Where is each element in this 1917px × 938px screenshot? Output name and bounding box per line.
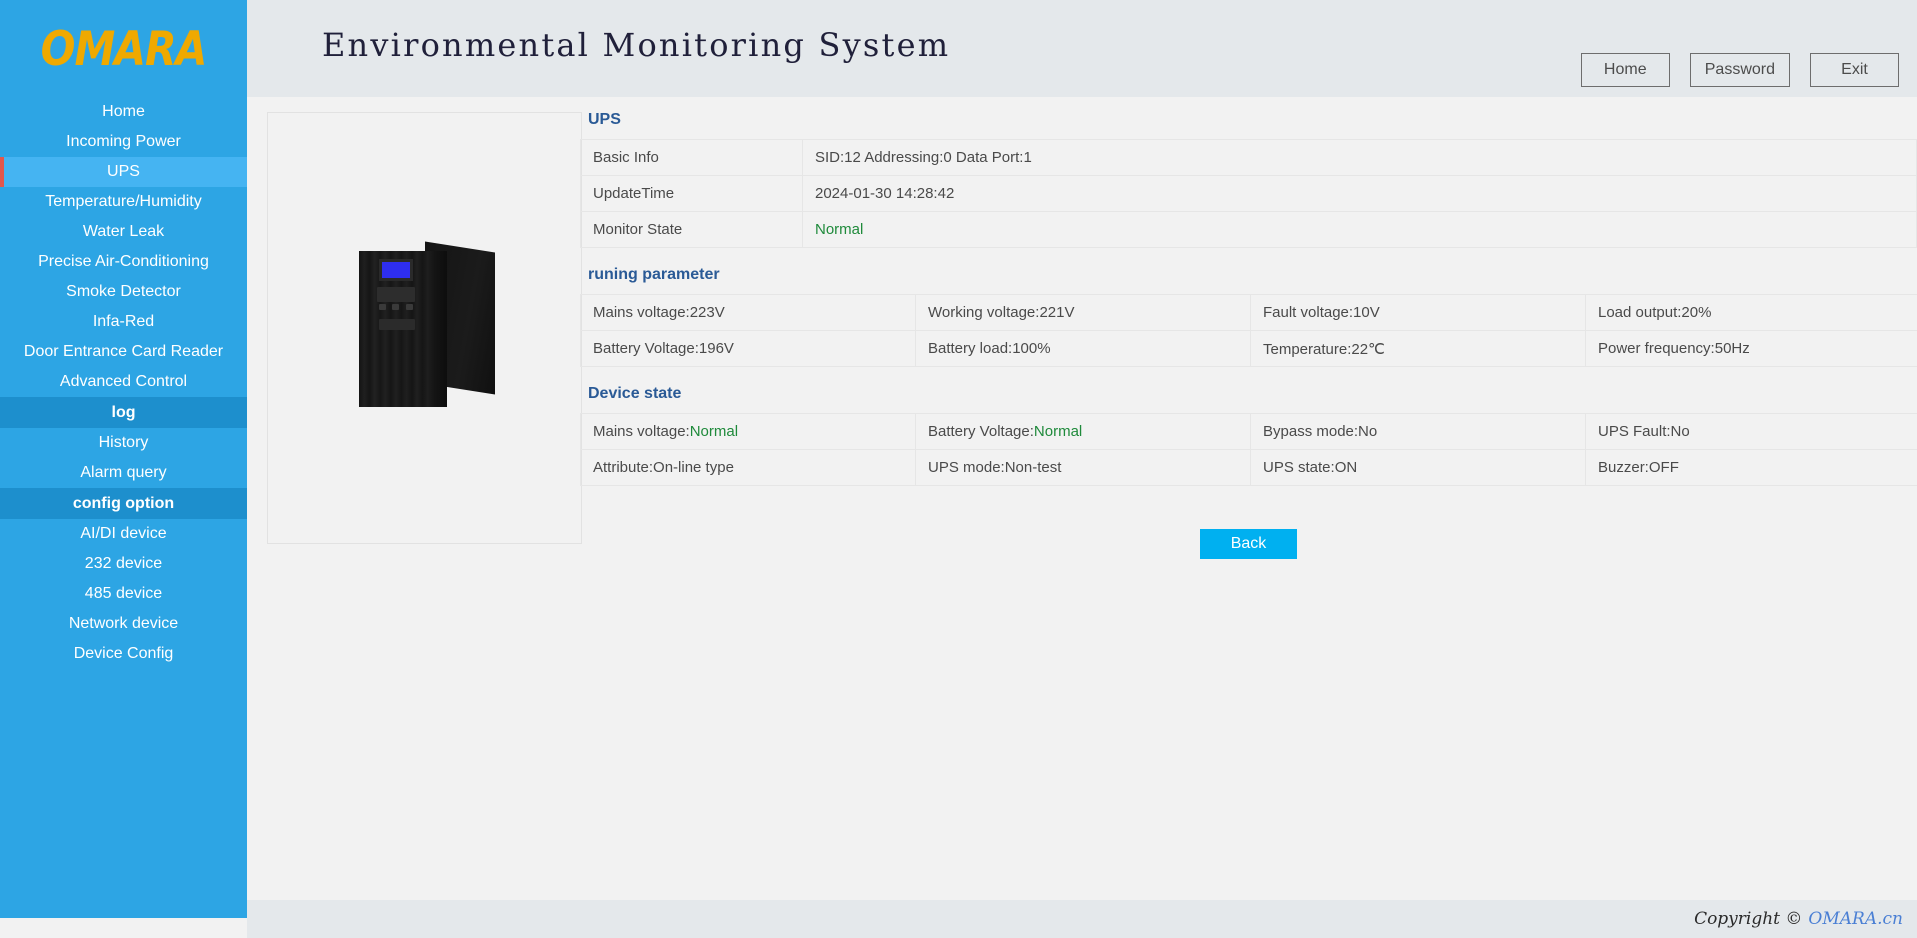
sidebar-item-device-config[interactable]: Device Config bbox=[0, 639, 247, 669]
status-badge: Normal bbox=[690, 423, 738, 440]
info-value: Normal bbox=[803, 212, 1917, 248]
state-label: Battery Voltage: bbox=[928, 423, 1034, 440]
back-button[interactable]: Back bbox=[1200, 529, 1297, 559]
section-title-running: runing parameter bbox=[580, 248, 1917, 294]
state-label: Mains voltage: bbox=[593, 423, 690, 440]
sidebar-item-network-device[interactable]: Network device bbox=[0, 609, 247, 639]
sidebar-nav: HomeIncoming PowerUPSTemperature/Humidit… bbox=[0, 97, 247, 918]
main-content: UPS Basic InfoSID:12 Addressing:0 Data P… bbox=[247, 97, 1917, 880]
sidebar-item-smoke-detector[interactable]: Smoke Detector bbox=[0, 277, 247, 307]
status-badge: Normal bbox=[815, 221, 863, 238]
section-title-device-state: Device state bbox=[580, 367, 1917, 413]
table-row: Mains voltage:223VWorking voltage:221VFa… bbox=[581, 295, 1917, 331]
state-value: No bbox=[1671, 423, 1690, 440]
sidebar-item-history[interactable]: History bbox=[0, 428, 247, 458]
header-button-group: Home Password Exit bbox=[1581, 53, 1899, 87]
state-label: Bypass mode: bbox=[1263, 423, 1358, 440]
state-label: UPS mode: bbox=[928, 459, 1005, 476]
sidebar-item-home[interactable]: Home bbox=[0, 97, 247, 127]
parameter-cell: Mains voltage:223V bbox=[581, 295, 916, 331]
table-row: Attribute:On-line typeUPS mode:Non-testU… bbox=[581, 450, 1917, 486]
sidebar-item-ups[interactable]: UPS bbox=[0, 157, 247, 187]
state-cell: Attribute:On-line type bbox=[581, 450, 916, 486]
app-window: OMARA Environmental Monitoring System Ho… bbox=[0, 0, 1917, 938]
table-row: UpdateTime2024-01-30 14:28:42 bbox=[581, 176, 1917, 212]
sidebar-section-config-option: config option bbox=[0, 488, 247, 519]
info-value: SID:12 Addressing:0 Data Port:1 bbox=[803, 140, 1917, 176]
state-value: On-line type bbox=[653, 459, 734, 476]
omara-logo: OMARA bbox=[41, 21, 207, 76]
exit-button[interactable]: Exit bbox=[1810, 53, 1899, 87]
table-row: Basic InfoSID:12 Addressing:0 Data Port:… bbox=[581, 140, 1917, 176]
device-state-table: Mains voltage:NormalBattery Voltage:Norm… bbox=[580, 413, 1917, 486]
ups-button-row bbox=[379, 304, 413, 311]
state-value: Non-test bbox=[1005, 459, 1062, 476]
table-row: Battery Voltage:196VBattery load:100%Tem… bbox=[581, 331, 1917, 367]
state-cell: Mains voltage:Normal bbox=[581, 414, 916, 450]
state-label: UPS Fault: bbox=[1598, 423, 1671, 440]
state-label: UPS state: bbox=[1263, 459, 1335, 476]
ups-vent-slot bbox=[379, 319, 415, 330]
sidebar-item-door-entrance-card-reader[interactable]: Door Entrance Card Reader bbox=[0, 337, 247, 367]
sidebar-item-water-leak[interactable]: Water Leak bbox=[0, 217, 247, 247]
info-label: UpdateTime bbox=[581, 176, 803, 212]
running-parameter-table: Mains voltage:223VWorking voltage:221VFa… bbox=[580, 294, 1917, 367]
state-cell: Bypass mode:No bbox=[1251, 414, 1586, 450]
back-button-row: Back bbox=[580, 529, 1917, 559]
sidebar-item-485-device[interactable]: 485 device bbox=[0, 579, 247, 609]
parameter-cell: Power frequency:50Hz bbox=[1586, 331, 1917, 367]
state-cell: Battery Voltage:Normal bbox=[916, 414, 1251, 450]
parameter-cell: Working voltage:221V bbox=[916, 295, 1251, 331]
state-cell: UPS Fault:No bbox=[1586, 414, 1917, 450]
parameter-cell: Battery load:100% bbox=[916, 331, 1251, 367]
device-image-panel bbox=[267, 112, 582, 544]
state-label: Buzzer: bbox=[1598, 459, 1649, 476]
sidebar-item-ai-di-device[interactable]: AI/DI device bbox=[0, 519, 247, 549]
state-value: No bbox=[1358, 423, 1377, 440]
state-value: OFF bbox=[1649, 459, 1679, 476]
page-title: Environmental Monitoring System bbox=[322, 26, 950, 64]
parameter-cell: Load output:20% bbox=[1586, 295, 1917, 331]
ups-device-icon bbox=[339, 243, 511, 413]
info-value: 2024-01-30 14:28:42 bbox=[803, 176, 1917, 212]
copyright-text: Copyright © bbox=[1694, 909, 1802, 929]
password-button[interactable]: Password bbox=[1690, 53, 1790, 87]
state-cell: UPS mode:Non-test bbox=[916, 450, 1251, 486]
sidebar-item-precise-air-conditioning[interactable]: Precise Air-Conditioning bbox=[0, 247, 247, 277]
parameter-cell: Temperature:22℃ bbox=[1251, 331, 1586, 367]
state-cell: Buzzer:OFF bbox=[1586, 450, 1917, 486]
logo-container: OMARA bbox=[0, 0, 247, 97]
device-data-panel: UPS Basic InfoSID:12 Addressing:0 Data P… bbox=[580, 97, 1917, 486]
sidebar-item-incoming-power[interactable]: Incoming Power bbox=[0, 127, 247, 157]
section-title-ups: UPS bbox=[580, 97, 1917, 139]
sidebar-item-advanced-control[interactable]: Advanced Control bbox=[0, 367, 247, 397]
parameter-cell: Fault voltage:10V bbox=[1251, 295, 1586, 331]
app-header: OMARA Environmental Monitoring System Ho… bbox=[0, 0, 1917, 97]
sidebar-item-alarm-query[interactable]: Alarm query bbox=[0, 458, 247, 488]
parameter-cell: Battery Voltage:196V bbox=[581, 331, 916, 367]
state-cell: UPS state:ON bbox=[1251, 450, 1586, 486]
info-label: Basic Info bbox=[581, 140, 803, 176]
status-badge: Normal bbox=[1034, 423, 1082, 440]
sidebar-item-232-device[interactable]: 232 device bbox=[0, 549, 247, 579]
home-button[interactable]: Home bbox=[1581, 53, 1670, 87]
omara-website-link[interactable]: OMARA.cn bbox=[1808, 909, 1903, 929]
sidebar-item-temperature-humidity[interactable]: Temperature/Humidity bbox=[0, 187, 247, 217]
app-footer: Copyright © OMARA.cn bbox=[247, 900, 1917, 938]
state-value: ON bbox=[1335, 459, 1358, 476]
ups-control-strip bbox=[377, 287, 415, 302]
state-label: Attribute: bbox=[593, 459, 653, 476]
ups-lcd-screen bbox=[379, 259, 413, 281]
info-label: Monitor State bbox=[581, 212, 803, 248]
table-row: Mains voltage:NormalBattery Voltage:Norm… bbox=[581, 414, 1917, 450]
table-row: Monitor State Normal bbox=[581, 212, 1917, 248]
sidebar-section-log: log bbox=[0, 397, 247, 428]
sidebar-item-infa-red[interactable]: Infa-Red bbox=[0, 307, 247, 337]
ups-info-table: Basic InfoSID:12 Addressing:0 Data Port:… bbox=[580, 139, 1917, 248]
